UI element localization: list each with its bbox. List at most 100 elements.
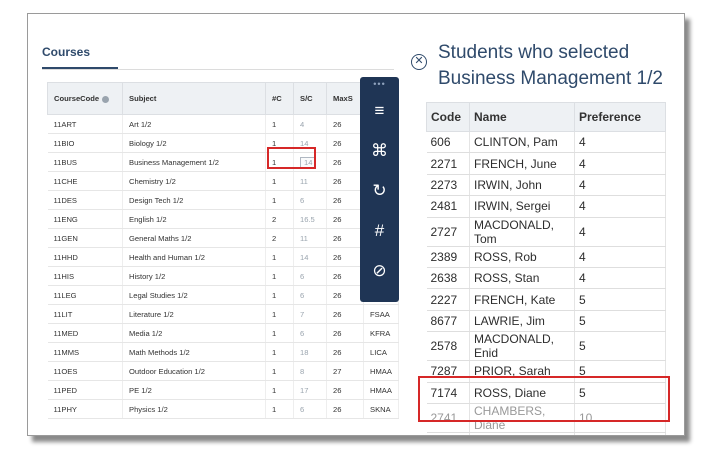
table-row[interactable]: 11OES Outdoor Education 1/2 1 8 27 HMAA bbox=[47, 361, 399, 381]
table-row[interactable]: 2271 FRENCH, June 4 bbox=[426, 152, 666, 175]
cell: 1 bbox=[265, 323, 294, 343]
sliders-icon[interactable]: ≡ bbox=[360, 91, 399, 131]
table-row[interactable]: 11BIO Biology 1/2 1 14 26 bbox=[47, 133, 399, 153]
cell: Art 1/2 bbox=[122, 114, 266, 134]
cell: 11 bbox=[293, 171, 327, 191]
highlight-low-preference-rows bbox=[418, 376, 670, 422]
cell: Biology 1/2 bbox=[122, 133, 266, 153]
cell: 1 bbox=[265, 285, 294, 305]
cell: 1 bbox=[265, 171, 294, 191]
table-row[interactable]: 2389 ROSS, Rob 4 bbox=[426, 246, 666, 268]
table-row[interactable]: 11LIT Literature 1/2 1 7 26 FSAA bbox=[47, 304, 399, 324]
table-row[interactable]: 11DES Design Tech 1/2 1 6 26 bbox=[47, 190, 399, 210]
col-header-code[interactable]: Code bbox=[426, 102, 470, 132]
cell: YETI, Yoda bbox=[469, 432, 575, 435]
cell: 11ENG bbox=[47, 209, 123, 229]
cell: 26 bbox=[326, 114, 364, 134]
table-row[interactable]: 11PED PE 1/2 1 17 26 HMAA bbox=[47, 380, 399, 400]
table-row[interactable]: 11PHY Physics 1/2 1 6 26 SKNA bbox=[47, 399, 399, 419]
floating-toolbar: ••• ≡ ⌘ ↻ # ⊘ bbox=[360, 77, 399, 302]
cell: 11BIO bbox=[47, 133, 123, 153]
table-row[interactable]: 11GEN General Maths 1/2 2 11 26 bbox=[47, 228, 399, 248]
col-header-sc[interactable]: S/C bbox=[293, 82, 327, 115]
cell: 2638 bbox=[426, 267, 470, 290]
cancel-icon[interactable]: ⊘ bbox=[360, 251, 399, 291]
cell: 4 bbox=[574, 152, 666, 175]
cell: 2481 bbox=[426, 195, 470, 218]
col-header-name[interactable]: Name bbox=[469, 102, 575, 132]
cell: 2 bbox=[265, 209, 294, 229]
cell: Media 1/2 bbox=[122, 323, 266, 343]
cell: 26 bbox=[326, 342, 364, 362]
heading-line-2: Business Management 1/2 bbox=[438, 68, 663, 89]
cell: ROSS, Rob bbox=[469, 246, 575, 268]
cell: 4 bbox=[574, 174, 666, 197]
cell: Design Tech 1/2 bbox=[122, 190, 266, 210]
table-row[interactable]: 606 CLINTON, Pam 4 bbox=[426, 131, 666, 154]
table-row[interactable]: 8677 LAWRIE, Jim 5 bbox=[426, 310, 666, 333]
cell: 26 bbox=[326, 190, 364, 210]
table-row[interactable]: 11ART Art 1/2 1 4 26 bbox=[47, 114, 399, 134]
hash-icon[interactable]: # bbox=[360, 211, 399, 251]
cell: 11DES bbox=[47, 190, 123, 210]
table-row[interactable]: 2727 MACDONALD, Tom 4 bbox=[426, 217, 666, 247]
table-row[interactable]: 2578 MACDONALD, Enid 5 bbox=[426, 331, 666, 362]
cell: 5 bbox=[574, 310, 666, 333]
table-row[interactable]: 2227 FRENCH, Kate 5 bbox=[426, 288, 666, 311]
highlight-sc-box bbox=[267, 147, 316, 169]
cell: HMAA bbox=[363, 380, 399, 400]
table-row[interactable]: 2273 IRWIN, John 4 bbox=[426, 174, 666, 197]
cell: 11OES bbox=[47, 361, 123, 381]
cell: 14 bbox=[574, 432, 666, 435]
cell: Legal Studies 1/2 bbox=[122, 285, 266, 305]
cell: 2389 bbox=[426, 246, 470, 268]
table-row[interactable]: 11ENG English 1/2 2 16.5 26 bbox=[47, 209, 399, 229]
col-header-maxs[interactable]: MaxS bbox=[326, 82, 364, 115]
cell: 5 bbox=[574, 288, 666, 311]
sort-refresh-icon[interactable]: ↻ bbox=[360, 171, 399, 211]
col-header-subject[interactable]: Subject bbox=[122, 82, 266, 115]
cell: 18 bbox=[293, 342, 327, 362]
col-header-coursecode[interactable]: CourseCode bbox=[47, 82, 123, 115]
table-row[interactable]: 11LEG Legal Studies 1/2 1 6 26 bbox=[47, 285, 399, 305]
table-row[interactable]: 11HIS History 1/2 1 6 26 bbox=[47, 266, 399, 286]
cell: 2578 bbox=[426, 331, 470, 362]
table-row[interactable]: 11CHE Chemistry 1/2 1 11 26 bbox=[47, 171, 399, 191]
settings-icon[interactable] bbox=[102, 95, 110, 103]
cell: 11PHY bbox=[47, 399, 123, 419]
cell: IRWIN, John bbox=[469, 174, 575, 197]
cell: Health and Human 1/2 bbox=[122, 247, 266, 267]
cell: 6 bbox=[293, 285, 327, 305]
tab-courses[interactable]: Courses bbox=[42, 45, 90, 59]
table-row[interactable]: 11MED Media 1/2 1 6 26 KFRA bbox=[47, 323, 399, 343]
cell: 26 bbox=[326, 152, 364, 172]
cell: 14 bbox=[293, 247, 327, 267]
table-row[interactable]: 11BUS Business Management 1/2 1 14 26 bbox=[47, 152, 399, 172]
cell: 11GEN bbox=[47, 228, 123, 248]
cell: MACDONALD, Tom bbox=[469, 217, 575, 247]
table-row[interactable]: 11HHD Health and Human 1/2 1 14 26 bbox=[47, 247, 399, 267]
table-row[interactable]: 11MMS Math Methods 1/2 1 18 26 LICA bbox=[47, 342, 399, 362]
col-header-preference[interactable]: Preference bbox=[574, 102, 666, 132]
cell: 1 bbox=[265, 361, 294, 381]
cell: 26 bbox=[326, 133, 364, 153]
drag-handle-icon[interactable]: ••• bbox=[360, 77, 399, 91]
cell: 11PED bbox=[47, 380, 123, 400]
cell: 26 bbox=[326, 209, 364, 229]
cell: Literature 1/2 bbox=[122, 304, 266, 324]
command-icon[interactable]: ⌘ bbox=[360, 131, 399, 171]
cell: 2727 bbox=[426, 217, 470, 247]
cell: 11CHE bbox=[47, 171, 123, 191]
cell: Outdoor Education 1/2 bbox=[122, 361, 266, 381]
cell: 11MED bbox=[47, 323, 123, 343]
cell: Chemistry 1/2 bbox=[122, 171, 266, 191]
table-row[interactable]: 2638 ROSS, Stan 4 bbox=[426, 267, 666, 290]
cell: 4 bbox=[293, 114, 327, 134]
table-row[interactable]: 9812YETI, Yoda14 bbox=[426, 432, 666, 435]
students-heading: Students who selected Business Managemen… bbox=[438, 40, 663, 92]
table-row[interactable]: 2481 IRWIN, Sergei 4 bbox=[426, 195, 666, 218]
cell: 1 bbox=[265, 114, 294, 134]
cell: LICA bbox=[363, 342, 399, 362]
close-icon[interactable]: ✕ bbox=[411, 54, 427, 70]
col-header-classes[interactable]: #C bbox=[265, 82, 294, 115]
